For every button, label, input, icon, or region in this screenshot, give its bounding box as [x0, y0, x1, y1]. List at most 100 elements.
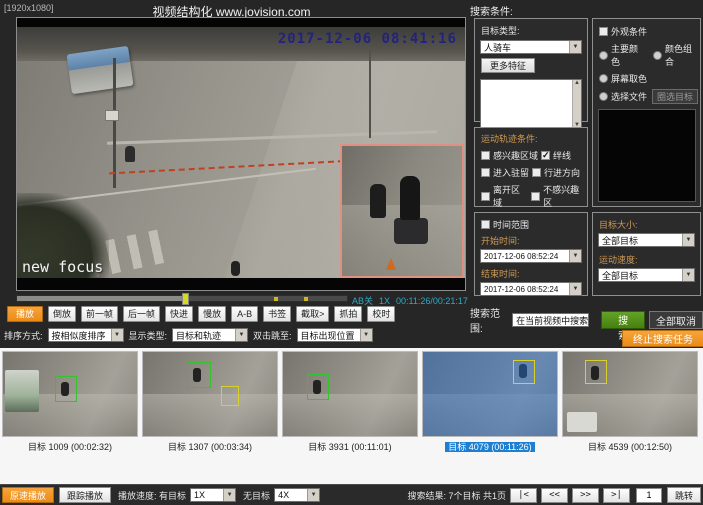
sort-bar: 排序方式: 按相似度排序 ▼ 显示类型: 目标和轨迹 ▼ 双击跳至: 目标出现位… — [4, 328, 373, 342]
prev-page-button[interactable]: << — [541, 488, 568, 503]
target-type-group: 目标类型: 人骑车 ▼ 更多特征 ▲▼ — [474, 18, 588, 122]
leave-area-label: 离开区域 — [493, 183, 528, 209]
fast-forward-button[interactable]: 快进 — [165, 306, 193, 322]
chevron-down-icon: ▼ — [569, 283, 581, 295]
result-thumbnail[interactable]: 目标 1009 (00:02:32) — [2, 351, 138, 453]
dblclick-jump-select[interactable]: 目标出现位置 ▼ — [297, 328, 373, 342]
no-target-speed-select[interactable]: 4X ▼ — [274, 488, 320, 502]
display-type-select[interactable]: 目标和轨迹 ▼ — [172, 328, 248, 342]
tripwire-checkbox[interactable] — [541, 151, 550, 160]
enter-stay-checkbox[interactable] — [481, 168, 490, 177]
result-thumbnail[interactable]: 目标 3931 (00:11:01) — [282, 351, 418, 453]
time-range-checkbox[interactable] — [481, 220, 490, 229]
leave-area-checkbox[interactable] — [481, 192, 490, 201]
non-roi-checkbox[interactable] — [531, 192, 540, 201]
thumbnail-image[interactable] — [282, 351, 418, 437]
page-number-input[interactable] — [636, 488, 662, 503]
time-range-group: 时间范围 开始时间: 2017-12-06 08:52:24 ▼ 结束时间: 2… — [474, 212, 588, 296]
thumbnail-image[interactable] — [562, 351, 698, 437]
chevron-down-icon: ▼ — [307, 489, 319, 501]
reverse-play-button[interactable]: 倒放 — [48, 306, 76, 322]
original-speed-play-button[interactable]: 原速播放 — [2, 487, 54, 503]
target-speed-select[interactable]: 1X ▼ — [190, 488, 236, 502]
search-scope-select[interactable]: 在当前视频中搜索 ▼ — [512, 313, 589, 327]
detection-box — [585, 360, 607, 384]
pip-zoom-window[interactable] — [340, 144, 464, 278]
last-page-button[interactable]: >| — [603, 488, 630, 503]
target-type-select[interactable]: 人骑车 ▼ — [480, 40, 582, 54]
stop-search-button[interactable]: 终止搜索任务 — [622, 330, 703, 347]
target-type-value: 人骑车 — [484, 41, 511, 54]
scene-trees — [16, 193, 109, 291]
more-features-button[interactable]: 更多特征 — [481, 58, 535, 73]
start-time-select[interactable]: 2017-12-06 08:52:24 ▼ — [480, 249, 582, 263]
listbox-scrollbar[interactable]: ▲▼ — [572, 80, 581, 128]
screen-pick-radio[interactable] — [599, 74, 608, 83]
thumbnail-image[interactable] — [2, 351, 138, 437]
cancel-all-button[interactable]: 全部取消 — [649, 311, 703, 329]
result-thumbnail[interactable]: 目标 4539 (00:12:50) — [562, 351, 698, 453]
thumb-van — [567, 412, 597, 432]
tripwire-label: 绊线 — [553, 149, 571, 162]
main-color-radio[interactable] — [599, 51, 608, 60]
sort-mode-select[interactable]: 按相似度排序 ▼ — [48, 328, 124, 342]
start-time-value: 2017-12-06 08:52:24 — [484, 252, 558, 261]
seek-handle[interactable] — [182, 293, 189, 305]
end-time-select[interactable]: 2017-12-06 08:52:24 ▼ — [480, 282, 582, 296]
seek-bar[interactable] — [16, 295, 348, 302]
thumb-road — [143, 394, 277, 436]
roi-checkbox[interactable] — [481, 151, 490, 160]
target-size-select[interactable]: 全部目标 ▼ — [598, 233, 695, 247]
track-play-button[interactable]: 跟踪播放 — [59, 487, 111, 503]
direction-checkbox[interactable] — [532, 168, 541, 177]
play-button[interactable]: 播放 — [7, 306, 43, 322]
thumbnail-label: 目标 1009 (00:02:32) — [2, 440, 138, 453]
thumb-road — [283, 394, 417, 436]
start-time-label: 开始时间: — [481, 234, 587, 247]
jump-button[interactable]: 跳转 — [667, 487, 701, 503]
sort-mode-value: 按相似度排序 — [52, 329, 106, 342]
feature-listbox[interactable]: ▲▼ — [480, 79, 582, 129]
next-page-button[interactable]: >> — [572, 488, 599, 503]
play-speed-label: 播放速度: 有目标 — [118, 489, 186, 502]
bookmark-button[interactable]: 书签 — [263, 306, 291, 322]
select-file-radio[interactable] — [599, 92, 608, 101]
prev-frame-button[interactable]: 前一帧 — [81, 306, 118, 322]
slow-play-button[interactable]: 慢放 — [198, 306, 226, 322]
speed-status: 1X — [379, 296, 390, 306]
ab-status: AB关 — [352, 296, 373, 306]
video-watermark: new focus — [22, 258, 103, 276]
thumbnail-image[interactable] — [422, 351, 558, 437]
result-thumbnail-selected[interactable]: 目标 4079 (00:11:26) — [422, 351, 558, 453]
first-page-button[interactable]: |< — [510, 488, 537, 503]
detection-box — [55, 376, 77, 402]
appearance-label: 外观条件 — [611, 25, 647, 38]
next-frame-button[interactable]: 后一帧 — [123, 306, 160, 322]
detection-box — [513, 360, 535, 384]
video-player[interactable]: 2017-12-06 08:41:16 new focus — [16, 17, 466, 291]
time-sync-button[interactable]: 校时 — [367, 306, 395, 322]
thumbnail-image[interactable] — [142, 351, 278, 437]
chevron-down-icon: ▼ — [682, 234, 694, 246]
pip-rider — [370, 184, 386, 218]
chevron-down-icon: ▼ — [569, 250, 581, 262]
bottom-control-bar: 原速播放 跟踪播放 播放速度: 有目标 1X ▼ 无目标 4X ▼ 搜索结果: … — [0, 484, 703, 505]
sort-mode-label: 排序方式: — [4, 329, 43, 342]
snapshot-button[interactable]: 抓拍 — [334, 306, 362, 322]
result-count-label: 搜索结果: 7个目标 共1页 — [407, 489, 506, 502]
search-button[interactable]: 搜索 — [601, 311, 645, 329]
end-time-label: 结束时间: — [481, 267, 587, 280]
color-combo-radio[interactable] — [653, 51, 662, 60]
non-roi-label: 不感兴趣区 — [543, 183, 587, 209]
result-thumbnail[interactable]: 目标 1307 (00:03:34) — [142, 351, 278, 453]
capture-button[interactable]: 截取> — [296, 306, 329, 322]
bookmark-marker[interactable] — [304, 297, 308, 301]
bookmark-marker[interactable] — [274, 297, 278, 301]
appearance-checkbox[interactable] — [599, 27, 608, 36]
chevron-down-icon: ▼ — [588, 314, 589, 326]
scroll-up-icon[interactable]: ▲ — [574, 80, 580, 86]
search-scope-label: 搜索范围: — [470, 305, 508, 335]
motion-speed-select[interactable]: 全部目标 ▼ — [598, 268, 695, 282]
pick-target-button[interactable]: 圈选目标 — [652, 89, 698, 104]
ab-loop-button[interactable]: A-B — [231, 306, 258, 322]
